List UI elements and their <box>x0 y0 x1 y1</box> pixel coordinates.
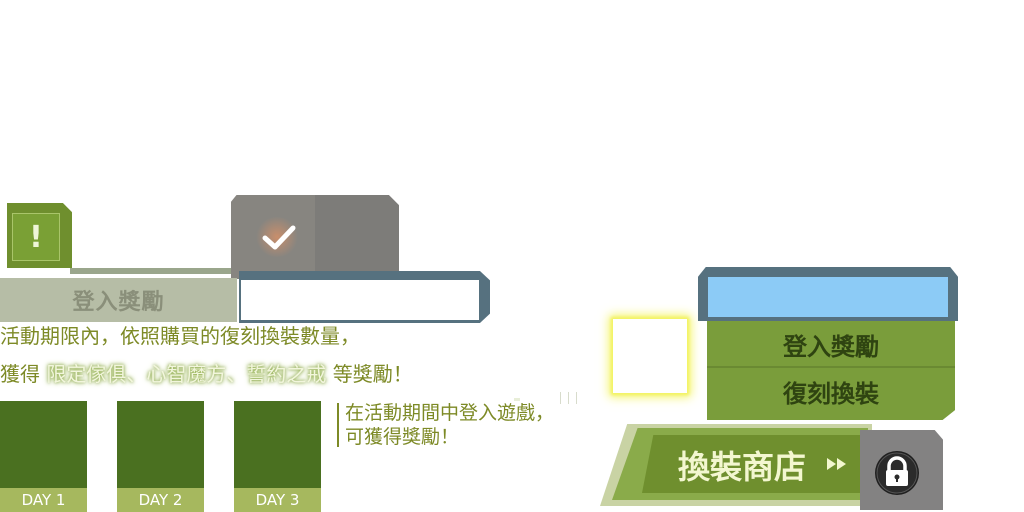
reward-divider <box>707 366 955 368</box>
note-line-2: 可獲得獎勵！ <box>345 426 460 448</box>
glow-item-slot[interactable] <box>613 319 687 393</box>
day-card-2[interactable]: DAY 2 <box>117 401 204 512</box>
double-arrow-icon <box>827 458 846 470</box>
tab-login-reward[interactable]: 登入獎勵 <box>0 278 237 322</box>
description-line-2: 獲得 限定傢俱、心智魔方、誓約之戒 等獎勵！ <box>0 361 413 387</box>
day-label: DAY 2 <box>117 488 204 512</box>
day-label: DAY 3 <box>234 488 321 512</box>
alert-badge[interactable]: ! <box>7 203 72 268</box>
exclamation-icon: ! <box>12 213 60 261</box>
check-tab[interactable] <box>231 195 323 279</box>
day-card-3[interactable]: DAY 3 <box>234 401 321 512</box>
skin-shop-label: 換裝商店 <box>678 448 807 486</box>
description-prefix: 獲得 <box>0 362 40 386</box>
option-login-reward[interactable]: 登入獎勵 <box>707 327 955 362</box>
tab-blank[interactable] <box>241 280 479 320</box>
day-label: DAY 1 <box>0 488 87 512</box>
note-divider <box>337 403 339 447</box>
description-line-1: 活動期限內，依照購買的復刻換裝數量， <box>0 324 360 348</box>
option-reissue-skin[interactable]: 復刻換裝 <box>707 374 955 409</box>
note-line-1: 在活動期間中登入遊戲， <box>345 402 555 424</box>
shop-lock-box[interactable] <box>860 430 943 510</box>
panel-tab[interactable] <box>708 277 948 317</box>
checkmark-icon <box>262 225 296 250</box>
locked-tab[interactable] <box>315 195 399 279</box>
description-highlight: 限定傢俱、心智魔方、誓約之戒 <box>46 362 327 386</box>
day-card-1[interactable]: DAY 1 <box>0 401 87 512</box>
lock-icon <box>875 451 919 495</box>
tab-divider <box>70 268 240 274</box>
login-note: 在活動期間中登入遊戲， 可獲得獎勵！ <box>345 401 554 449</box>
description-suffix: 等獎勵！ <box>332 362 413 386</box>
